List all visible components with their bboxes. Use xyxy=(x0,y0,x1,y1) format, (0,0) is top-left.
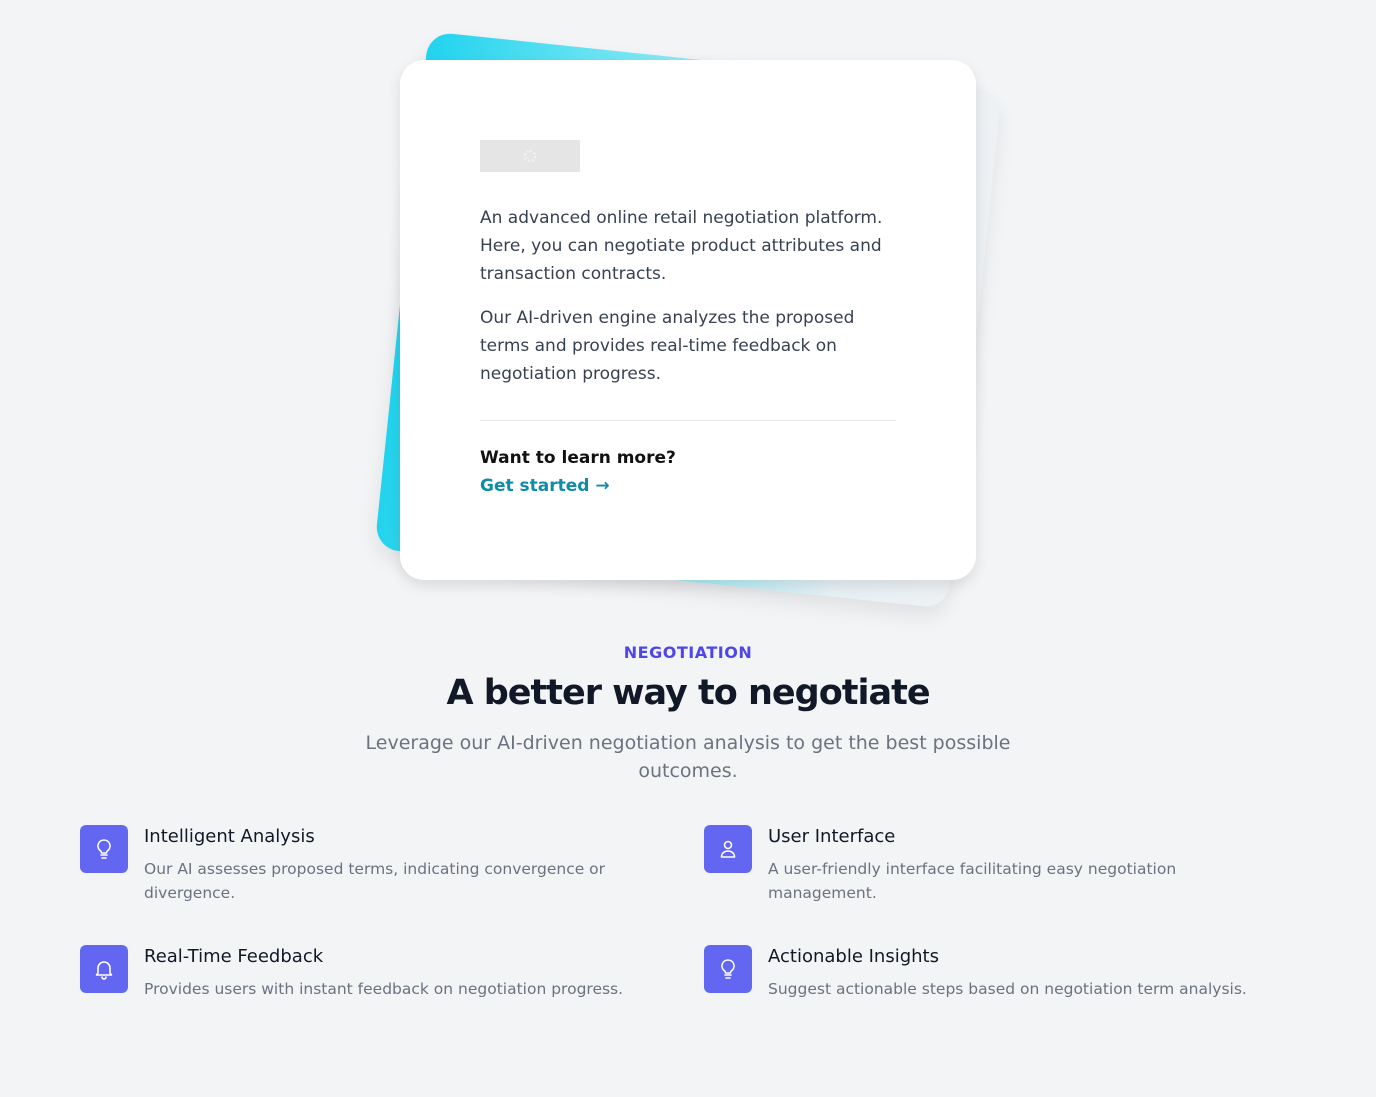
feature-description: Suggest actionable steps based on negoti… xyxy=(768,980,1247,998)
section-eyebrow: NEGOTIATION xyxy=(623,643,753,662)
bell-icon xyxy=(95,961,113,980)
feature-title: Real-Time Feedback xyxy=(144,946,324,967)
feature-title: Actionable Insights xyxy=(768,946,939,967)
feature-title: Intelligent Analysis xyxy=(144,826,315,847)
feature-description: Our AI assesses proposed terms, indicati… xyxy=(144,860,606,902)
page: An advanced online retail negotiation pl… xyxy=(0,0,1376,1097)
feature-description: A user-friendly interface facilitating e… xyxy=(768,860,1177,902)
intro-text: An advanced online retail negotiation pl… xyxy=(480,204,896,404)
lightbulb-icon xyxy=(97,839,111,859)
card-divider xyxy=(480,420,896,421)
lightbulb-icon xyxy=(721,959,735,979)
intro-card: An advanced online retail negotiation pl… xyxy=(400,60,976,580)
section-title: A better way to negotiate xyxy=(446,673,930,713)
image-placeholder-icon xyxy=(524,150,536,162)
feature-icon-box xyxy=(80,825,128,873)
intro-paragraph-1: An advanced online retail negotiation pl… xyxy=(480,208,883,284)
user-icon xyxy=(720,840,736,858)
feature-title: User Interface xyxy=(768,826,896,847)
get-started-link[interactable]: Get started → xyxy=(480,472,610,500)
feature-icon-box xyxy=(80,945,128,993)
learn-more-heading: Want to learn more? xyxy=(480,448,676,468)
section-subtitle: Leverage our AI-driven negotiation analy… xyxy=(365,732,1011,782)
feature-icon-box xyxy=(704,945,752,993)
intro-paragraph-2: Our AI-driven engine analyzes the propos… xyxy=(480,308,855,384)
feature-description: Provides users with instant feedback on … xyxy=(144,980,624,998)
feature-icon-box xyxy=(704,825,752,873)
logo-image xyxy=(480,140,580,172)
